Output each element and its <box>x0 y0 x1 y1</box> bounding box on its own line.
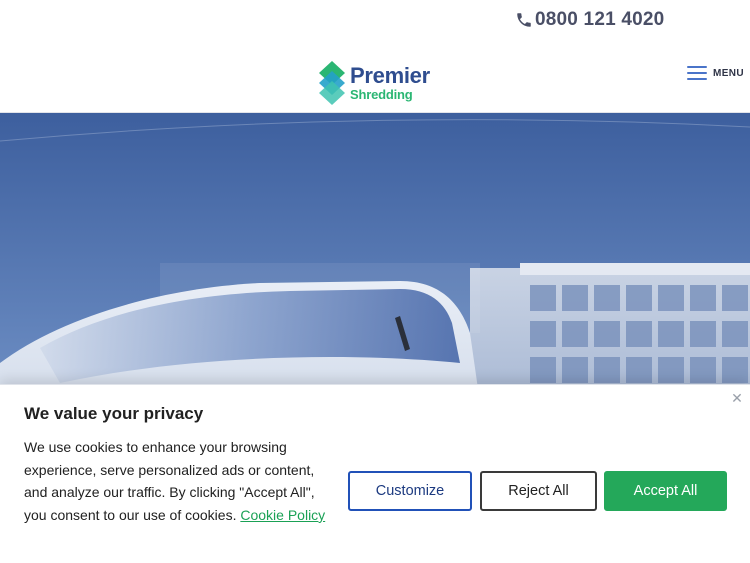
menu-button[interactable]: MENU <box>687 66 744 80</box>
menu-label: MENU <box>713 67 745 79</box>
logo-word-premier: Premier <box>350 63 430 88</box>
cookie-banner-text: We use cookies to enhance your browsing … <box>24 436 334 526</box>
phone-number: 0800 121 4020 <box>535 9 665 30</box>
reject-all-button[interactable]: Reject All <box>480 471 597 511</box>
phone-icon <box>517 13 531 27</box>
customize-button[interactable]: Customize <box>348 471 472 511</box>
accept-all-button[interactable]: Accept All <box>604 471 727 511</box>
cookie-policy-link[interactable]: Cookie Policy <box>240 507 325 523</box>
hamburger-menu-icon <box>687 66 707 80</box>
cookie-banner-title: We value your privacy <box>24 404 204 423</box>
close-icon[interactable]: ✕ <box>730 391 744 405</box>
site-header: Premier Shredding MENU <box>0 42 750 113</box>
cookie-consent-banner: ✕ We value your privacy We use cookies t… <box>0 384 750 563</box>
top-bar: 0800 121 4020 <box>0 0 750 42</box>
site-logo[interactable]: Premier Shredding <box>317 61 430 105</box>
logo-word-shredding: Shredding <box>350 87 413 102</box>
logo-mark-icon <box>317 61 347 105</box>
phone-link[interactable]: 0800 121 4020 <box>515 9 664 31</box>
